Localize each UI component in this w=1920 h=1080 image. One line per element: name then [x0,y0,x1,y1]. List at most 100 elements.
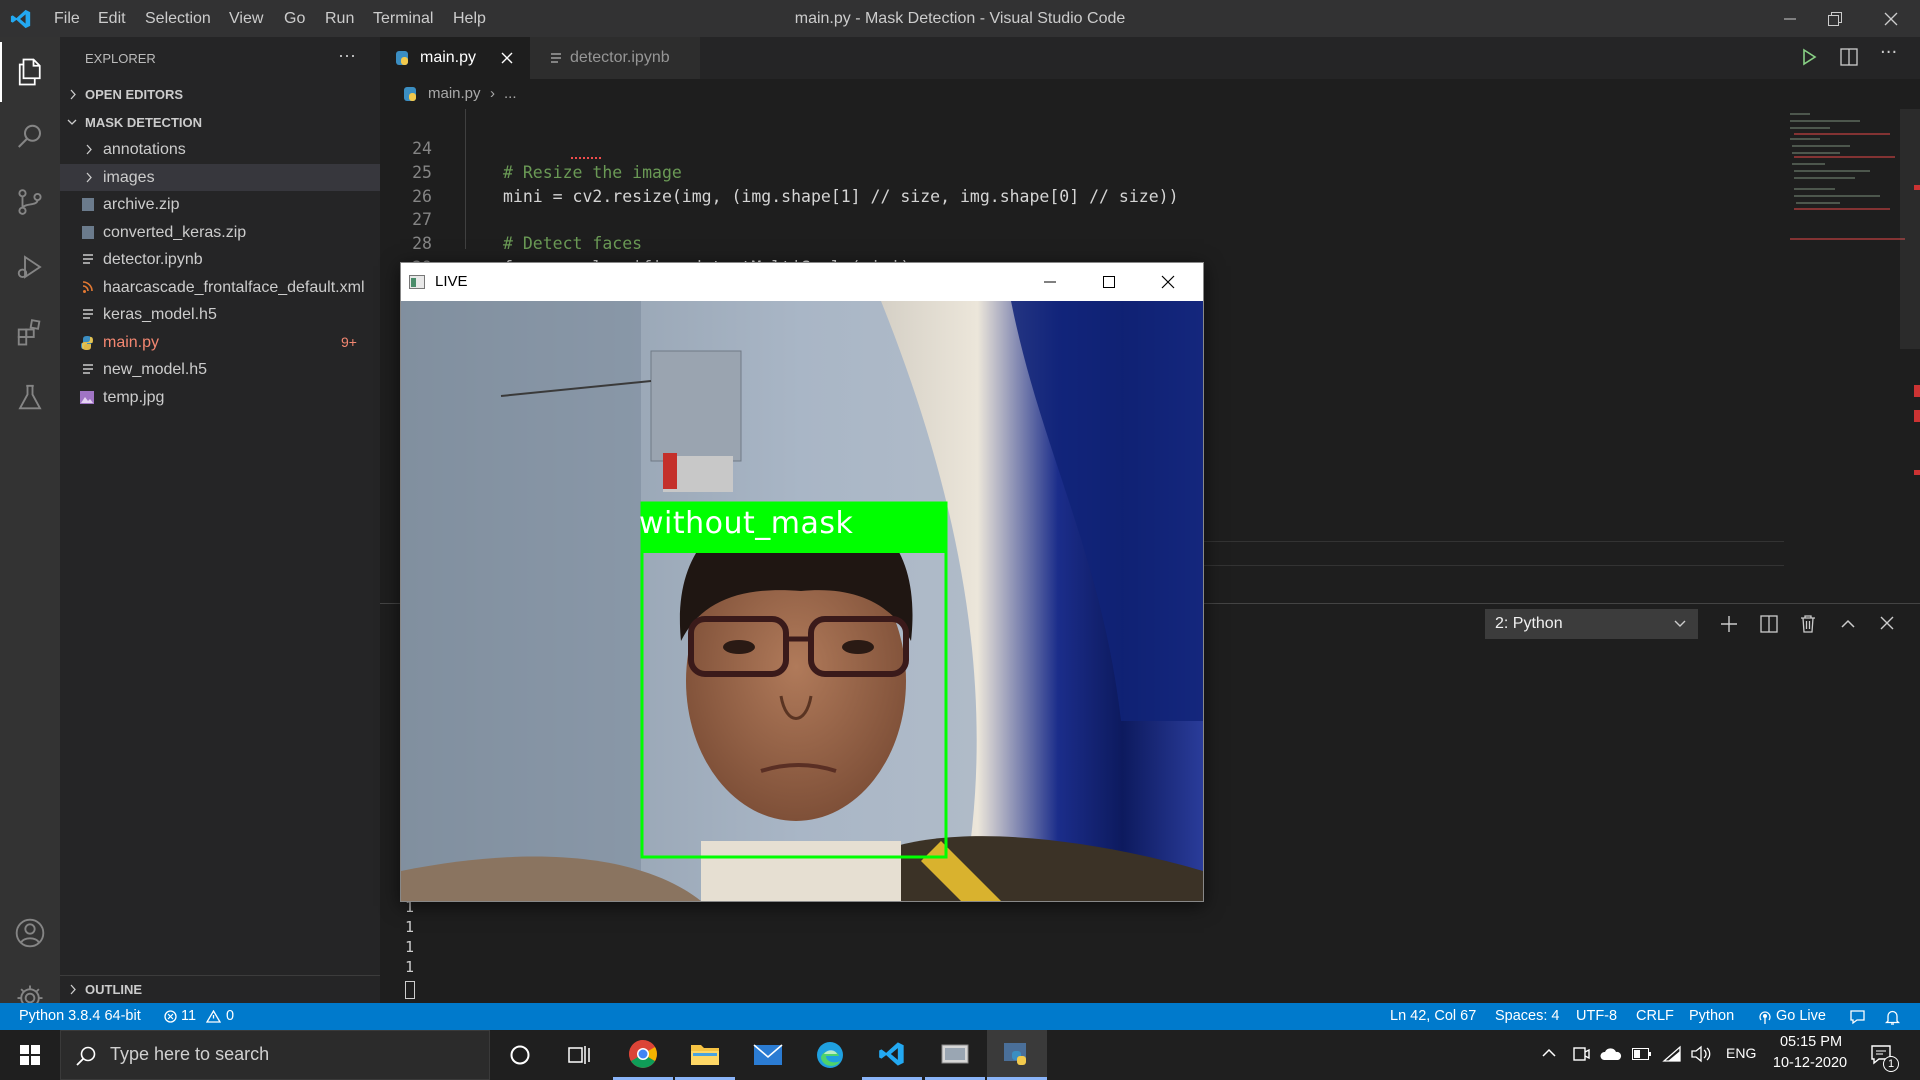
chrome-icon[interactable] [613,1030,673,1080]
code-line[interactable]: 27 # Detect faces [380,184,1780,253]
onedrive-cloud-icon[interactable] [1600,1047,1622,1061]
kill-terminal-trash-icon[interactable] [1800,614,1816,633]
close-panel-icon[interactable] [1880,616,1894,630]
menu-run[interactable]: Run [325,0,354,37]
vscode-taskbar-icon[interactable] [862,1030,922,1080]
task-view-icon[interactable] [550,1030,610,1080]
volume-icon[interactable] [1690,1045,1712,1063]
python-file-icon [80,329,94,356]
clock-time[interactable]: 05:15 PM [1776,1034,1846,1050]
close-tab-icon[interactable] [500,37,514,79]
menu-selection[interactable]: Selection [145,0,211,37]
breadcrumb-symbol[interactable]: ... [504,79,517,109]
tree-item-label: archive.zip [103,196,180,213]
testing-flask-icon[interactable] [0,367,60,427]
source-control-icon[interactable] [0,172,60,232]
file-explorer-icon[interactable] [675,1030,735,1080]
scrollbar-error-marker [1914,410,1920,422]
account-icon[interactable] [0,903,60,963]
app-window-taskbar-icon[interactable] [925,1030,985,1080]
taskbar-search-box[interactable]: Type here to search [60,1030,490,1080]
terminal-cursor[interactable] [405,981,415,999]
tree-item-archive-zip[interactable]: archive.zip [60,191,380,218]
tree-item-detector-ipynb[interactable]: detector.ipynb [60,246,380,273]
error-count[interactable]: 11 [181,1003,196,1030]
python-interpreter-status[interactable]: Python 3.8.4 64-bit [19,1003,141,1030]
indentation-status[interactable]: Spaces: 4 [1495,1003,1560,1030]
code-line[interactable]: 25 mini = cv2.resize(img, (img.shape[1] … [380,137,1780,206]
code-line[interactable]: 29 [380,232,1780,277]
folder-section[interactable]: MASK DETECTION [60,109,380,136]
menu-help[interactable]: Help [453,0,486,37]
open-editors-section[interactable]: OPEN EDITORS [60,81,380,108]
live-close-icon[interactable] [1161,263,1175,301]
menu-edit[interactable]: Edit [98,0,126,37]
explorer-more-button[interactable]: ··· [338,45,356,66]
eol-status[interactable]: CRLF [1636,1003,1674,1030]
tree-item-annotations[interactable]: annotations [60,136,380,163]
input-language-indicator[interactable]: ENG [1726,1045,1756,1061]
explorer-icon[interactable] [0,42,60,102]
search-icon[interactable] [0,107,60,167]
split-editor-icon[interactable] [1840,48,1858,66]
tree-item-keras-model-h5[interactable]: keras_model.h5 [60,301,380,328]
code-line[interactable]: 24 # Resize the image [380,113,1780,182]
encoding-status[interactable]: UTF-8 [1576,1003,1617,1030]
tree-item-images[interactable]: images [60,164,380,191]
notification-bell-icon[interactable] [1885,1009,1900,1025]
minimap[interactable] [1780,109,1905,249]
wifi-icon[interactable] [1662,1045,1682,1063]
scrollbar-error-marker [1914,185,1920,190]
vscode-logo-icon [10,8,32,30]
live-window[interactable]: LIVE without_mask [400,262,1204,902]
python-taskbar-icon[interactable] [987,1030,1047,1080]
live-maximize-icon[interactable] [1102,263,1116,301]
error-circle-icon [164,1010,177,1023]
editor-more-actions-icon[interactable]: ··· [1880,42,1897,63]
editor-scrollbar[interactable] [1900,109,1920,349]
run-debug-icon[interactable] [0,237,60,297]
extensions-icon[interactable] [0,302,60,362]
language-mode-status[interactable]: Python [1689,1003,1734,1030]
breadcrumb-file[interactable]: main.py [428,79,481,109]
feedback-icon[interactable] [1849,1009,1866,1025]
chevron-right-icon [68,976,78,1003]
code-line[interactable]: 28 faces = classifier.detectMultiScale(m… [380,208,1780,277]
folder-label: MASK DETECTION [85,115,202,130]
new-terminal-plus-icon[interactable] [1720,615,1738,633]
battery-icon[interactable] [1632,1048,1652,1060]
code-line[interactable]: 26 [380,161,1780,206]
minimize-button[interactable] [1765,0,1815,37]
tab-detector-ipynb[interactable]: detector.ipynb [530,37,700,79]
tree-item-new-model-h5[interactable]: new_model.h5 [60,356,380,383]
menu-view[interactable]: View [229,0,263,37]
live-minimize-icon[interactable] [1043,263,1057,301]
tree-item-label: converted_keras.zip [103,224,247,241]
meet-now-icon[interactable] [1572,1045,1590,1063]
mail-icon[interactable] [738,1030,798,1080]
warning-count[interactable]: 0 [226,1003,234,1030]
tab-main-py[interactable]: main.py [380,37,530,79]
menu-file[interactable]: File [54,0,80,37]
run-python-file-icon[interactable] [1801,48,1817,66]
cursor-position-status[interactable]: Ln 42, Col 67 [1390,1003,1476,1030]
outline-section[interactable]: OUTLINE [60,975,380,1002]
tree-item-converted-keras-zip[interactable]: converted_keras.zip [60,219,380,246]
tree-item-main-py[interactable]: main.py 9+ [60,329,380,356]
go-live-button[interactable]: Go Live [1776,1003,1826,1030]
maximize-panel-chevron-up-icon[interactable] [1840,616,1856,632]
clock-date[interactable]: 10-12-2020 [1770,1055,1850,1071]
close-window-button[interactable] [1866,0,1916,37]
tree-item-haarcascade-xml[interactable]: haarcascade_frontalface_default.xml [60,274,380,301]
split-terminal-icon[interactable] [1760,615,1778,633]
menu-go[interactable]: Go [284,0,305,37]
windows-start-icon[interactable] [0,1030,60,1080]
cortana-icon[interactable] [490,1030,550,1080]
menu-terminal[interactable]: Terminal [373,0,433,37]
restore-button[interactable] [1810,0,1860,37]
terminal-select[interactable]: 2: Python [1485,609,1698,639]
live-title-bar[interactable]: LIVE [401,263,1203,301]
tree-item-temp-jpg[interactable]: temp.jpg [60,384,380,411]
edge-icon[interactable] [800,1030,860,1080]
show-hidden-icons-chevron-up-icon[interactable] [1542,1046,1556,1060]
